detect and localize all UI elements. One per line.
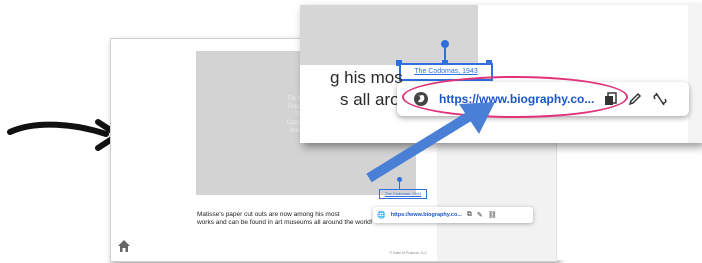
- edit-icon[interactable]: [628, 92, 642, 106]
- zoom-side-panel: [688, 5, 702, 143]
- body-text-line: works and can be found in art museums al…: [197, 219, 373, 226]
- home-icon[interactable]: [117, 239, 131, 253]
- body-text-line: Matisse's paper cut outs are now among h…: [197, 211, 340, 218]
- credit-text: © Katie M Projects, LLC: [389, 251, 427, 255]
- black-arrow-icon: [7, 119, 121, 151]
- body-text-line: g his mos: [330, 68, 403, 87]
- body-text: Matisse's paper cut outs are now among h…: [197, 211, 437, 227]
- unlink-icon[interactable]: ⛓: [488, 211, 497, 219]
- zoom-image-placeholder: [300, 5, 478, 65]
- caption-textbox[interactable]: The Codomas, 1943: [379, 189, 427, 199]
- blue-arrow-icon: [366, 102, 495, 183]
- unlink-icon[interactable]: [652, 92, 668, 106]
- edit-icon[interactable]: ✎: [477, 211, 483, 219]
- copy-icon[interactable]: ⧉: [467, 211, 472, 219]
